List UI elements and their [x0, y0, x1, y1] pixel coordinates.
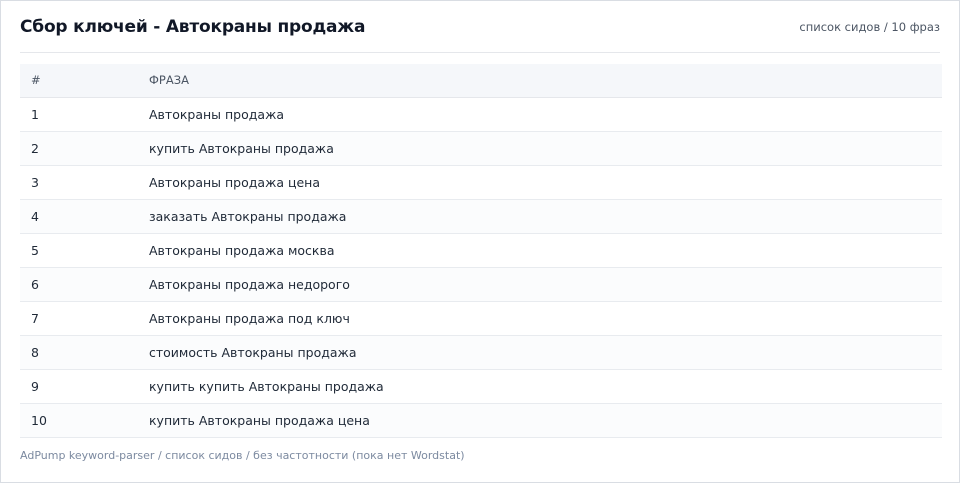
- table-row: 2 купить Автокраны продажа: [20, 131, 942, 166]
- table-row: 5 Автокраны продажа москва: [20, 233, 942, 268]
- table-row: 3 Автокраны продажа цена: [20, 165, 942, 200]
- table-row: 4 заказать Автокраны продажа: [20, 199, 942, 234]
- column-header-number: #: [20, 64, 149, 98]
- table-row: 10 купить Автокраны продажа цена: [20, 403, 942, 438]
- main-panel: Сбор ключей - Автокраны продажа список с…: [0, 0, 960, 483]
- row-phrase: Автокраны продажа цена: [149, 165, 942, 200]
- row-phrase: купить Автокраны продажа: [149, 131, 942, 166]
- row-phrase: купить Автокраны продажа цена: [149, 403, 942, 438]
- column-header-phrase: ФРАЗА: [149, 64, 942, 98]
- phrases-table: # ФРАЗА 1 Автокраны продажа 2 купить Авт…: [20, 64, 942, 438]
- row-number: 3: [20, 165, 149, 200]
- table-row: 9 купить купить Автокраны продажа: [20, 369, 942, 404]
- row-number: 2: [20, 131, 149, 166]
- page-subtitle: список сидов / 10 фраз: [799, 19, 940, 34]
- row-phrase: стоимость Автокраны продажа: [149, 335, 942, 370]
- row-number: 8: [20, 335, 149, 370]
- page-header: Сбор ключей - Автокраны продажа список с…: [20, 1, 940, 53]
- table-row: 6 Автокраны продажа недорого: [20, 267, 942, 302]
- row-phrase: заказать Автокраны продажа: [149, 199, 942, 234]
- row-number: 1: [20, 97, 149, 132]
- row-phrase: Автокраны продажа недорого: [149, 267, 942, 302]
- row-phrase: Автокраны продажа: [149, 97, 942, 132]
- table-row: 1 Автокраны продажа: [20, 97, 942, 132]
- row-number: 5: [20, 233, 149, 268]
- row-number: 10: [20, 403, 149, 438]
- table-header-row: # ФРАЗА: [20, 64, 942, 98]
- row-number: 4: [20, 199, 149, 234]
- table-row: 7 Автокраны продажа под ключ: [20, 301, 942, 336]
- row-number: 7: [20, 301, 149, 336]
- row-phrase: Автокраны продажа под ключ: [149, 301, 942, 336]
- row-number: 9: [20, 369, 149, 404]
- table-row: 8 стоимость Автокраны продажа: [20, 335, 942, 370]
- footer-note: AdPump keyword-parser / список сидов / б…: [20, 449, 465, 462]
- row-number: 6: [20, 267, 149, 302]
- page-title: Сбор ключей - Автокраны продажа: [20, 16, 366, 37]
- row-phrase: Автокраны продажа москва: [149, 233, 942, 268]
- row-phrase: купить купить Автокраны продажа: [149, 369, 942, 404]
